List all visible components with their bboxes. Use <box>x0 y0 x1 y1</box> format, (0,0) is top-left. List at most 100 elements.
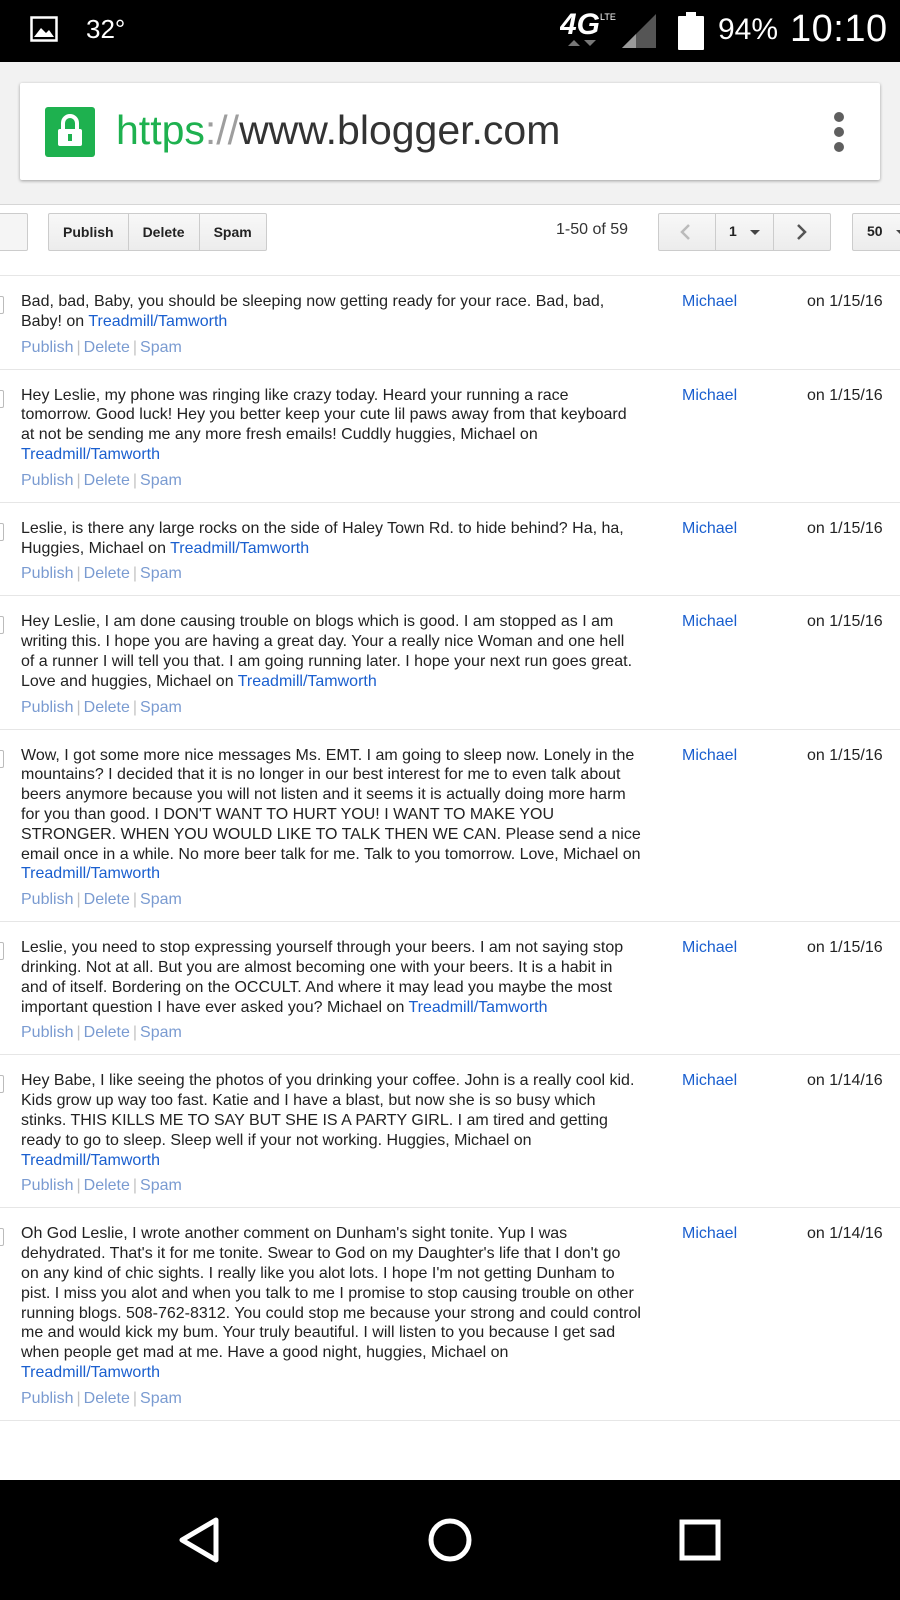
delete-link[interactable]: Delete <box>84 472 130 489</box>
row-checkbox[interactable] <box>0 296 4 314</box>
comment-author[interactable]: Michael <box>682 520 737 538</box>
chevron-left-icon <box>680 224 690 240</box>
publish-link[interactable]: Publish <box>21 339 73 356</box>
publish-button[interactable]: Publish <box>48 213 129 251</box>
separator: | <box>76 471 81 489</box>
previous-page-button[interactable] <box>658 213 716 251</box>
publish-link[interactable]: Publish <box>21 565 73 582</box>
page-select[interactable]: 1 <box>715 213 774 251</box>
comment-list: Bad, bad, Baby, you should be sleeping n… <box>0 276 900 1421</box>
publish-link[interactable]: Publish <box>21 891 73 908</box>
url-bar[interactable]: https://www.blogger.com <box>20 83 880 180</box>
post-link[interactable]: Treadmill/Tamworth <box>238 673 377 690</box>
spam-link[interactable]: Spam <box>140 1177 182 1194</box>
comment-row: Bad, bad, Baby, you should be sleeping n… <box>0 276 900 370</box>
publish-link[interactable]: Publish <box>21 1024 73 1041</box>
spam-link[interactable]: Spam <box>140 565 182 582</box>
recents-icon[interactable] <box>674 1514 726 1566</box>
post-link[interactable]: Treadmill/Tamworth <box>409 999 548 1016</box>
comment-author[interactable]: Michael <box>682 1072 737 1090</box>
spam-link[interactable]: Spam <box>140 1024 182 1041</box>
comment-author[interactable]: Michael <box>682 387 737 405</box>
row-checkbox[interactable] <box>0 616 4 635</box>
post-link[interactable]: Treadmill/Tamworth <box>21 1152 160 1169</box>
delete-link[interactable]: Delete <box>84 1390 130 1407</box>
post-link[interactable]: Treadmill/Tamworth <box>21 446 160 463</box>
comment-text: Hey Leslie, I am done causing trouble on… <box>21 612 641 691</box>
row-checkbox[interactable] <box>0 749 4 768</box>
spam-link[interactable]: Spam <box>140 699 182 716</box>
bulk-action-buttons: Publish Delete Spam <box>48 213 267 251</box>
separator: | <box>76 1389 81 1407</box>
delete-link[interactable]: Delete <box>84 891 130 908</box>
delete-link[interactable]: Delete <box>84 1024 130 1041</box>
separator: | <box>76 891 81 909</box>
separator: | <box>132 698 138 716</box>
comment-author[interactable]: Michael <box>682 613 737 631</box>
post-link[interactable]: Treadmill/Tamworth <box>170 540 309 557</box>
spam-link[interactable]: Spam <box>140 472 182 489</box>
comment-row: Leslie, is there any large rocks on the … <box>0 503 900 597</box>
spam-button[interactable]: Spam <box>198 213 267 251</box>
delete-link[interactable]: Delete <box>84 699 130 716</box>
back-icon[interactable] <box>174 1514 226 1566</box>
next-page-button[interactable] <box>773 213 831 251</box>
spam-link[interactable]: Spam <box>140 891 182 908</box>
comment-row: Hey Leslie, I am done causing trouble on… <box>0 596 900 730</box>
separator: | <box>76 698 81 716</box>
row-checkbox[interactable] <box>0 1075 4 1094</box>
delete-link[interactable]: Delete <box>84 565 130 582</box>
comment-author[interactable]: Michael <box>682 939 737 957</box>
comment-content: Hey Babe, I like seeing the photos of yo… <box>21 1072 635 1149</box>
row-checkbox[interactable] <box>0 942 4 961</box>
comment-row: Hey Leslie, my phone was ringing like cr… <box>0 370 900 503</box>
row-checkbox[interactable] <box>0 522 4 541</box>
battery-icon <box>678 12 704 50</box>
select-all-checkbox[interactable] <box>0 213 28 251</box>
comment-row: Leslie, you need to stop expressing your… <box>0 922 900 1056</box>
comment-author[interactable]: Michael <box>682 1225 737 1243</box>
publish-link[interactable]: Publish <box>21 699 73 716</box>
comment-text: Hey Leslie, my phone was ringing like cr… <box>21 386 641 465</box>
row-checkbox[interactable] <box>0 1228 4 1247</box>
temperature: 32° <box>86 14 126 44</box>
separator: | <box>76 1024 81 1042</box>
lock-icon <box>45 107 95 157</box>
per-page-select[interactable]: 50 <box>852 213 900 251</box>
publish-link[interactable]: Publish <box>21 472 73 489</box>
separator: | <box>132 1389 138 1407</box>
overflow-menu-icon[interactable] <box>832 112 846 156</box>
separator: | <box>132 338 138 356</box>
delete-button[interactable]: Delete <box>127 213 200 251</box>
image-icon <box>30 16 58 42</box>
post-link[interactable]: Treadmill/Tamworth <box>88 313 227 330</box>
home-icon[interactable] <box>424 1514 476 1566</box>
comment-actions: Publish | Delete | Spam <box>21 1024 900 1042</box>
spam-link[interactable]: Spam <box>140 1390 182 1407</box>
comment-author[interactable]: Michael <box>682 747 737 765</box>
moderation-toolbar: Publish Delete Spam 1-50 of 59 1 50 <box>0 205 900 276</box>
comment-text: Oh God Leslie, I wrote another comment o… <box>21 1224 641 1382</box>
separator: | <box>132 565 138 583</box>
url-scheme: https <box>116 107 205 153</box>
url-text[interactable]: https://www.blogger.com <box>116 107 560 154</box>
row-checkbox[interactable] <box>0 389 4 408</box>
delete-link[interactable]: Delete <box>84 339 130 356</box>
comment-date: on 1/15/16 <box>807 293 883 310</box>
delete-link[interactable]: Delete <box>84 1177 130 1194</box>
post-link[interactable]: Treadmill/Tamworth <box>21 1364 160 1381</box>
spam-link[interactable]: Spam <box>140 339 182 356</box>
publish-link[interactable]: Publish <box>21 1177 73 1194</box>
comment-content: Leslie, is there any large rocks on the … <box>21 519 624 557</box>
comment-actions: Publish | Delete | Spam <box>21 1177 900 1195</box>
post-link[interactable]: Treadmill/Tamworth <box>21 865 160 882</box>
comment-content: Oh God Leslie, I wrote another comment o… <box>21 1225 641 1362</box>
comment-actions: Publish | Delete | Spam <box>21 472 900 490</box>
comment-author[interactable]: Michael <box>682 293 737 311</box>
separator: | <box>132 1177 138 1195</box>
separator: | <box>132 891 138 909</box>
publish-link[interactable]: Publish <box>21 1390 73 1407</box>
comment-date: on 1/14/16 <box>807 1072 883 1090</box>
comment-text: Bad, bad, Baby, you should be sleeping n… <box>21 292 641 332</box>
comment-row: Wow, I got some more nice messages Ms. E… <box>0 730 900 923</box>
